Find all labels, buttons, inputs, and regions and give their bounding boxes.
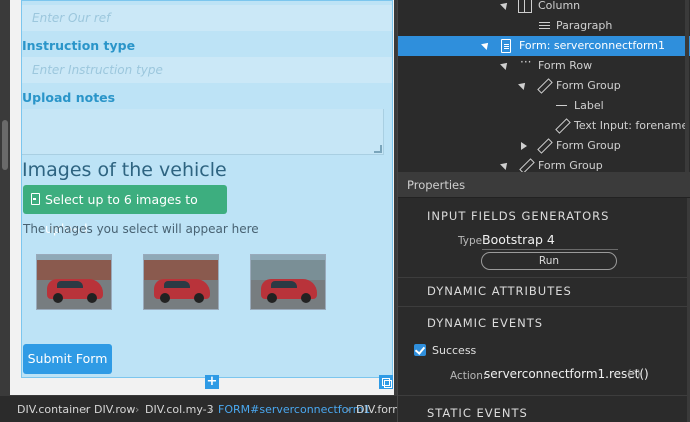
expand-arrow-icon[interactable] [500,60,510,70]
tree-item-column[interactable]: Column [398,0,690,16]
tree-item-label: Column [538,0,581,12]
right-panel: Column Paragraph Form: serverconnectform… [397,0,690,422]
resize-handle-icon[interactable] [374,145,382,153]
properties-header: Properties [398,172,690,198]
tree-item-label: Form Group [556,139,621,152]
breadcrumb-separator: › [135,403,140,416]
upload-notes-textarea[interactable] [22,109,384,155]
tree-item-text-input[interactable]: Text Input: forename [398,116,690,136]
expand-arrow-icon[interactable] [481,40,491,50]
file-image-icon [31,193,40,205]
expand-arrow-icon[interactable] [500,160,510,170]
success-checkbox[interactable] [414,344,426,356]
tree-item-form-group[interactable]: Form Group [398,76,690,96]
scrollbar-thumb[interactable] [2,120,8,170]
server-connect-form[interactable]: Enter Our ref Instruction type Enter Ins… [21,0,393,378]
breadcrumb-item[interactable]: DIV.col.my-3 [145,403,214,416]
tree-item-form-group[interactable]: Form Group [398,136,690,156]
tree-item-label: Form: serverconnectform1 [519,39,665,52]
success-label: Success [432,344,477,357]
upload-help-text: The images you select will appear here [23,222,259,236]
tree-item-label: Label [574,99,604,112]
tree-item-label: Paragraph [556,19,613,32]
our-ref-input[interactable]: Enter Our ref [22,5,392,31]
design-canvas: Enter Our ref Instruction type Enter Ins… [0,0,397,395]
upload-images-button[interactable]: Select up to 6 images to upload [23,185,227,236]
action-label: Action: [450,370,487,382]
design-surface: Enter Our ref Instruction type Enter Ins… [10,0,394,395]
tree-item-label: Form Row [538,59,593,72]
run-button[interactable]: Run [481,252,617,270]
expand-arrow-icon[interactable] [500,0,510,10]
pencil-icon [537,139,551,153]
expand-arrow-icon[interactable] [518,80,528,90]
breadcrumb-separator: › [346,403,351,416]
structure-tree: Column Paragraph Form: serverconnectform… [398,0,690,172]
breadcrumb-item[interactable]: DIV.row [94,403,135,416]
section-static-events[interactable]: STATIC EVENTS [427,406,528,420]
instruction-type-input[interactable]: Enter Instruction type [22,57,392,83]
section-input-fields-generators[interactable]: INPUT FIELDS GENERATORS [427,209,609,223]
image-thumbnail-2[interactable] [143,254,219,310]
pencil-icon [555,119,569,133]
images-section-title: Images of the vehicle [22,159,227,181]
column-icon [518,0,532,13]
add-element-handle[interactable]: + [205,375,219,389]
action-input[interactable]: serverconnectform1.reset() [484,367,649,381]
instruction-type-placeholder: Enter Instruction type [32,63,163,77]
dynamic-data-picker-icon[interactable]: {⁰} [626,369,642,380]
dots-icon [520,55,534,73]
form-icon [501,39,511,53]
tree-item-label[interactable]: Label [398,96,690,116]
pencil-icon [519,159,533,173]
canvas-left-scrollbar[interactable] [0,0,10,395]
tree-item-form[interactable]: Form: serverconnectform1 [398,36,690,56]
image-thumbnail-3[interactable] [250,254,326,310]
our-ref-placeholder: Enter Our ref [32,11,111,25]
divider [398,306,690,307]
paragraph-icon [538,19,552,33]
upload-notes-label: Upload notes [22,90,116,105]
divider [398,277,690,278]
line-icon [555,99,569,113]
tree-item-label: Form Group [556,79,621,92]
tree-item-label: Form Group [538,159,603,172]
breadcrumb-item[interactable]: DIV.form-r [356,403,397,416]
copy-icon[interactable] [379,375,393,389]
breadcrumb: DIV.container › DIV.row › DIV.col.my-3 ›… [0,395,397,422]
breadcrumb-item[interactable]: DIV.container [17,403,90,416]
type-label: Type [458,235,483,247]
type-select[interactable]: Bootstrap 4 [482,232,618,250]
section-dynamic-events[interactable]: DYNAMIC EVENTS [427,316,543,330]
image-thumbnail-1[interactable] [36,254,112,310]
collapse-arrow-icon[interactable] [521,142,527,150]
section-dynamic-attributes[interactable]: DYNAMIC ATTRIBUTES [427,284,572,298]
instruction-type-label: Instruction type [22,38,136,53]
divider [398,395,690,396]
submit-form-button[interactable]: Submit Form [23,344,112,374]
tree-item-form-row[interactable]: Form Row [398,55,690,76]
pencil-icon [537,79,551,93]
breadcrumb-separator: › [84,403,89,416]
tree-item-label: Text Input: forename [574,119,689,132]
breadcrumb-separator: › [208,403,213,416]
tree-scrollbar[interactable] [685,0,689,172]
tree-item-paragraph[interactable]: Paragraph [398,16,690,36]
